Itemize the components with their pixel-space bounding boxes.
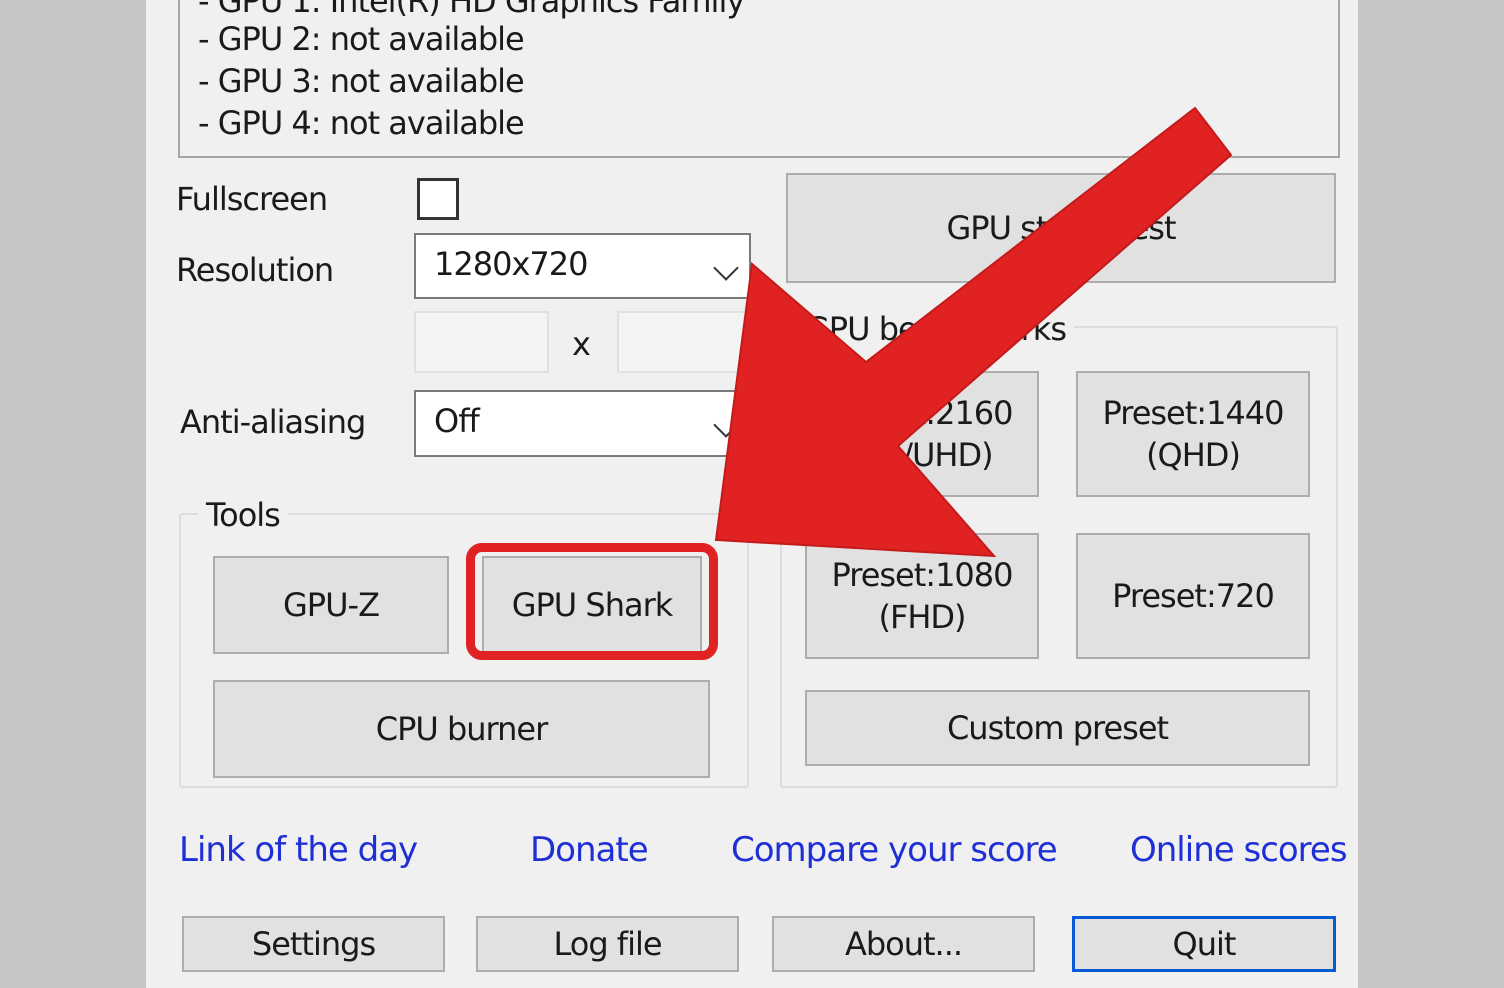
red-arrow-icon (714, 106, 1233, 558)
red-arrow-shape (714, 106, 1233, 558)
